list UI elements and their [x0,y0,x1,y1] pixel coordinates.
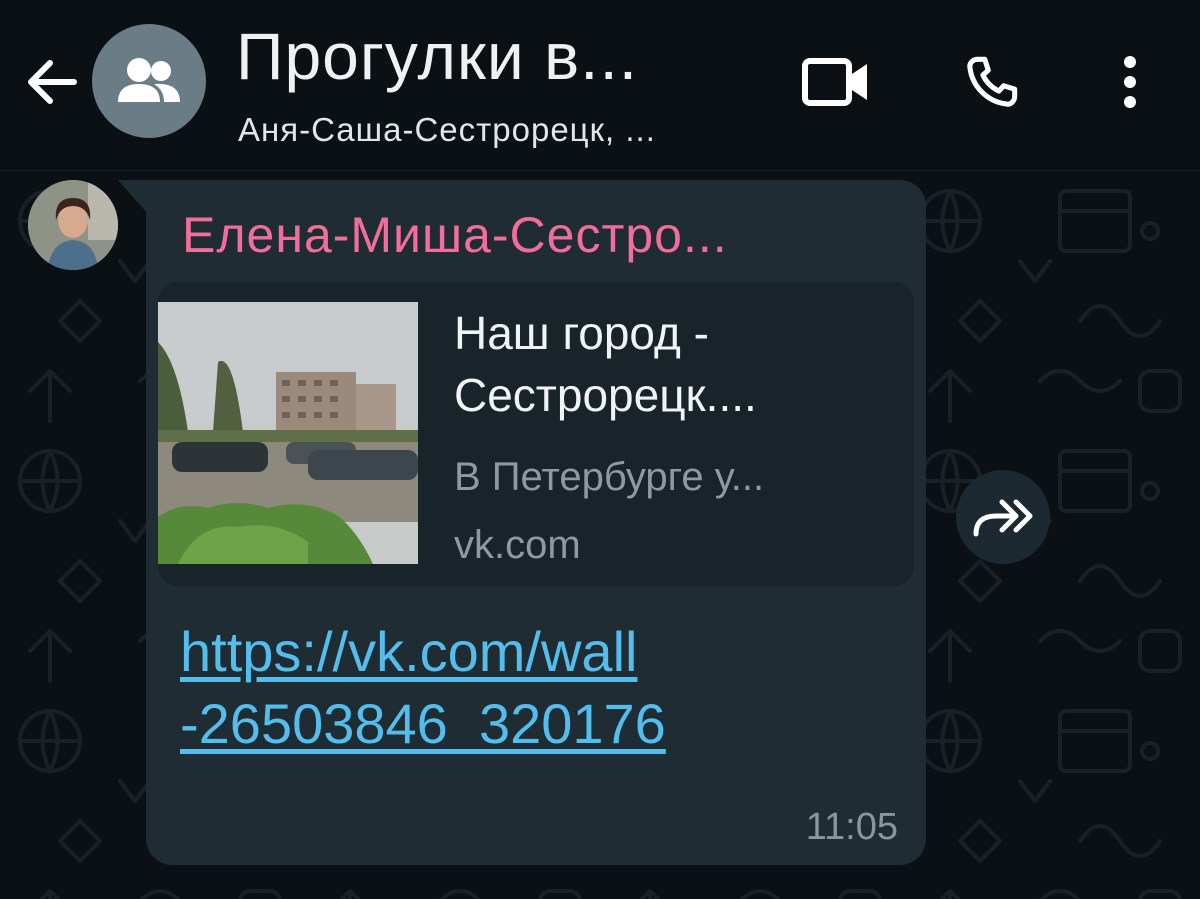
forward-button[interactable] [956,470,1050,564]
message-bubble[interactable]: Елена-Миша-Сестро... Наш город - Сестрор… [146,180,926,865]
group-avatar[interactable] [92,24,206,138]
sender-name[interactable]: Елена-Миша-Сестро... [182,202,728,268]
sender-avatar[interactable] [28,180,118,270]
chat-header: Прогулки в... Аня-Саша-Сестрорецк, ... [0,0,1200,171]
link-line-2[interactable]: -26503846_320176 [180,688,666,760]
message-time: 11:05 [805,806,898,848]
video-call-button[interactable] [796,42,876,122]
preview-description: В Петербурге у... [454,455,765,499]
preview-domain: vk.com [454,523,581,567]
arrow-left-icon [28,60,77,104]
forward-icon [973,499,1033,537]
vertical-dots-icon [1124,56,1136,108]
group-icon [118,58,180,102]
voice-call-button[interactable] [952,42,1032,122]
bubble-tail [118,180,148,214]
link-line-1[interactable]: https://vk.com/wall [180,616,666,688]
chat-title[interactable]: Прогулки в... [236,16,638,96]
link-preview-card[interactable]: Наш город - Сестрорецк.... В Петербурге … [158,282,914,586]
phone-icon [967,56,1018,107]
chat-members[interactable]: Аня-Саша-Сестрорецк, ... [238,108,656,152]
back-button[interactable] [22,50,86,114]
video-camera-icon [802,58,867,106]
message-link[interactable]: https://vk.com/wall -26503846_320176 [180,616,666,760]
more-options-button[interactable] [1090,42,1170,122]
preview-thumbnail [158,302,418,564]
sender-photo [28,180,118,270]
preview-title-line1: Наш город - [454,307,709,359]
preview-title: Наш город - Сестрорецк.... [454,302,894,426]
preview-title-line2: Сестрорецк.... [454,369,757,421]
